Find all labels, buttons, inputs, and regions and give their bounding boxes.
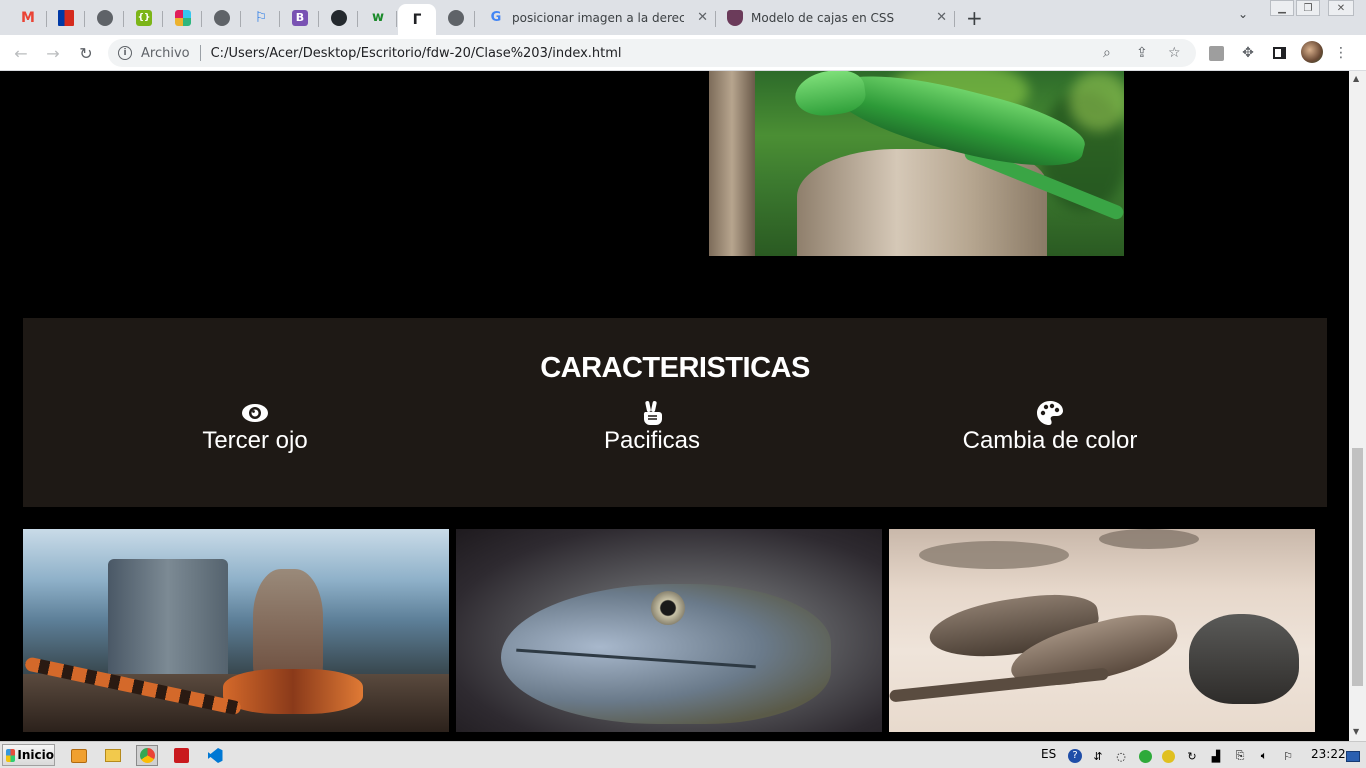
feature-tercer-ojo: Tercer ojo [105,400,405,455]
volume-icon[interactable]: 🔈︎ [1256,748,1272,764]
scroll-up-icon[interactable]: ▲ [1353,74,1359,83]
gallery-image-iguana-water [23,529,449,732]
shield-icon [727,9,743,26]
peace-hand-icon [643,401,662,425]
show-desktop-icon[interactable] [1345,748,1361,764]
signal-icon[interactable]: ▟ [1208,748,1224,764]
taskbar-acrobat[interactable] [170,745,192,766]
language-indicator[interactable]: ES [1041,747,1056,761]
start-label: Inicio [17,748,54,762]
globe-icon [214,9,230,26]
features-title: CARACTERISTICAS [540,352,810,384]
close-icon[interactable]: ✕ [936,10,947,25]
share-icon[interactable]: ⇪ [1136,45,1148,61]
feature-label: Cambia de color [962,427,1138,454]
bookmark-star-icon[interactable]: ☆ [1168,45,1181,61]
taskbar-vscode[interactable] [204,745,226,766]
network-icon[interactable]: ⇵ [1090,748,1106,764]
restore-button[interactable]: ❐ [1296,0,1320,16]
globe-icon [448,9,464,26]
gallery-image-iguanas-sand [889,529,1315,732]
pinned-tab-w[interactable]: w [359,4,397,31]
pinned-tab-flag[interactable] [47,4,85,31]
eye-icon [242,404,268,422]
scheme-label: Archivo [141,45,190,61]
jsfiddle-icon: {} [136,9,152,26]
start-button[interactable]: Inicio [2,744,55,766]
os-taskbar: Inicio ES ? ⇵ ◌ ↻ ▟ ⎘ 🔈︎ ⚐ 23:22 [0,741,1366,768]
slack-icon [175,9,191,26]
gallery-image-iguana-head [456,529,882,732]
security-icon[interactable] [1137,748,1153,764]
page-scrollbar[interactable]: ▲ ▼ [1349,71,1366,741]
tab-google-search[interactable]: G posicionar imagen a la derecha c ✕ [478,4,716,31]
github-icon [331,9,347,26]
pinned-tab-active[interactable]: ᒥ [398,4,436,35]
pdf-extension-icon[interactable] [1207,44,1225,62]
url-text[interactable]: C:/Users/Acer/Desktop/Escritorio/fdw-20/… [211,46,622,61]
devices-icon[interactable]: ⎘ [1232,748,1248,764]
tab-title: posicionar imagen a la derecha c [512,10,684,25]
taskbar-chrome[interactable] [136,745,158,766]
feature-label: Tercer ojo [202,427,308,454]
browser-toolbar: ← → ↻ i Archivo C:/Users/Acer/Desktop/Es… [0,35,1366,71]
avatar[interactable] [1301,41,1323,63]
zoom-icon[interactable]: ⌕ [1103,45,1111,61]
extensions-icon[interactable]: ✥ [1239,44,1257,62]
pinned-tab-globe-2[interactable] [203,4,241,31]
tab-title: Modelo de cajas en CSS [751,10,895,25]
close-window-button[interactable]: ✕ [1328,0,1354,16]
pinned-tab-flag-blue[interactable]: ⚐ [242,4,280,31]
taskbar-media-player[interactable] [68,745,90,766]
flag-icon: ⚐ [254,9,268,26]
palette-icon [1037,401,1063,425]
new-tab-button[interactable]: + [966,6,983,30]
help-icon[interactable]: ? [1067,748,1083,764]
w-icon: w [371,10,384,25]
close-icon[interactable]: ✕ [697,10,708,25]
address-bar[interactable]: i Archivo C:/Users/Acer/Desktop/Escritor… [108,39,1196,67]
feature-cambia-de-color: Cambia de color [900,400,1200,455]
info-icon[interactable]: i [118,46,132,60]
flag-icon[interactable]: ⚐ [1280,748,1296,764]
pinned-tab-slack[interactable] [164,4,202,31]
bootstrap-icon: B [292,9,308,26]
tab-modelo-cajas[interactable]: Modelo de cajas en CSS ✕ [717,4,955,31]
back-button[interactable]: ← [10,42,32,64]
pinned-tab-globe-3[interactable] [437,4,475,31]
feature-label: Pacificas [603,427,701,454]
minimize-button[interactable]: ▁ [1270,0,1294,16]
taskbar-file-explorer[interactable] [102,745,124,766]
feature-pacificas: Pacificas [502,400,802,455]
status-icon[interactable] [1160,748,1176,764]
forward-button[interactable]: → [42,42,64,64]
iguana-hero-image [709,71,1124,256]
scroll-down-icon[interactable]: ▼ [1353,727,1359,736]
chevron-down-icon[interactable]: ⌄ [1238,7,1248,21]
gmail-icon: M [21,9,35,26]
pinned-tab-github[interactable] [320,4,358,31]
dinosaur-icon: ᒥ [412,11,422,28]
pinned-tab-bootstrap[interactable]: B [281,4,319,31]
pinned-tab-globe-1[interactable] [86,4,124,31]
side-panel-icon[interactable] [1270,44,1288,62]
scrollbar-thumb[interactable] [1352,448,1363,686]
globe-icon [97,9,113,26]
refresh-icon[interactable]: ↻ [1184,748,1200,764]
clock[interactable]: 23:22 [1311,747,1346,761]
reload-button[interactable]: ↻ [75,42,97,64]
windows-logo-icon [6,748,16,762]
google-icon: G [490,10,502,25]
sync-icon[interactable]: ◌ [1113,748,1129,764]
chile-flag-icon [58,9,74,26]
features-section: CARACTERISTICAS Tercer ojo Pacificas Cam… [23,318,1327,507]
page-viewport: CARACTERISTICAS Tercer ojo Pacificas Cam… [0,71,1349,741]
pinned-tab-jsfiddle[interactable]: {} [125,4,163,31]
pinned-tab-gmail[interactable]: M [9,4,47,31]
tab-strip: M {} ⚐ B w ᒥ G posicionar imagen a la de… [0,0,1366,35]
menu-icon[interactable]: ⋮ [1332,44,1350,62]
